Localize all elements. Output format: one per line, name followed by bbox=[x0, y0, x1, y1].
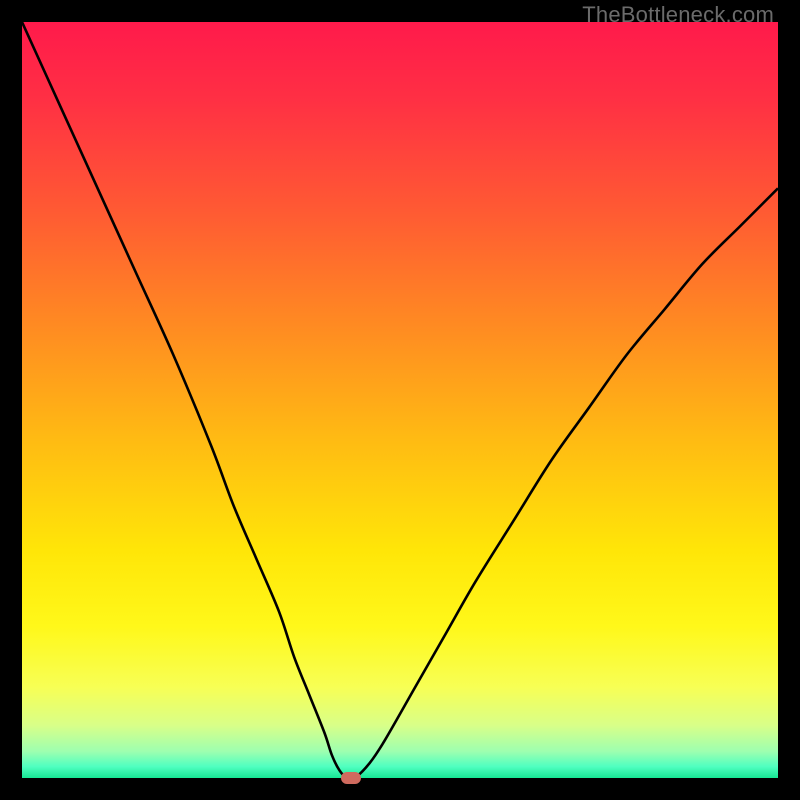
curve-layer bbox=[22, 22, 778, 778]
optimal-marker bbox=[341, 772, 361, 784]
watermark-text: TheBottleneck.com bbox=[582, 2, 774, 28]
bottleneck-curve bbox=[22, 22, 778, 778]
plot-frame bbox=[22, 22, 778, 778]
